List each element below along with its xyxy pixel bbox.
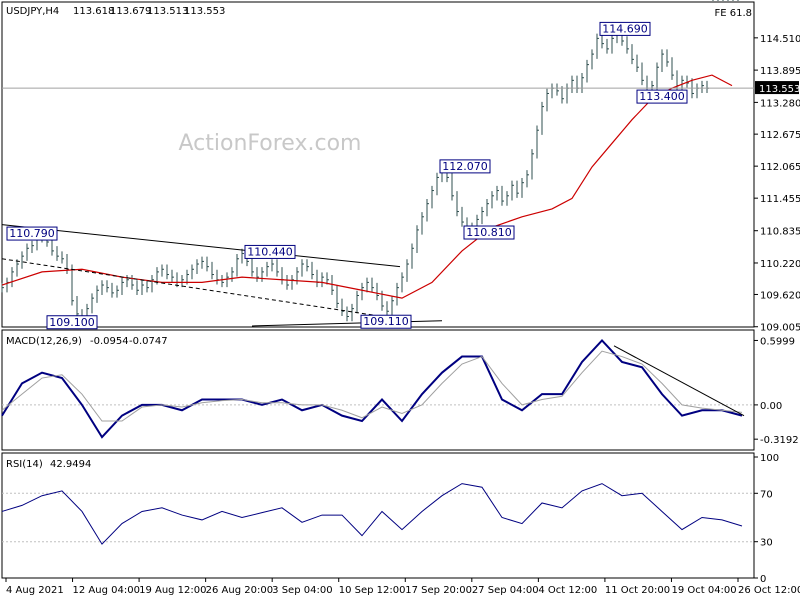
x-tick-label: 19 Oct 04:00 bbox=[671, 585, 736, 596]
price-ohlc-open: 113.618 bbox=[73, 6, 114, 17]
price-ytick-label: 113.280 bbox=[760, 98, 800, 109]
macd-ytick-label: 0.5999 bbox=[760, 336, 795, 347]
price-ohlc-high: 113.679 bbox=[110, 6, 151, 17]
macd-value-2: -0.0747 bbox=[129, 336, 168, 347]
price-ohlc-low: 113.513 bbox=[147, 6, 188, 17]
x-tick-label: 10 Sep 12:00 bbox=[339, 585, 406, 596]
rsi-value: 42.9494 bbox=[50, 459, 91, 470]
price-annotation-label: 110.440 bbox=[247, 245, 293, 258]
price-panel-frame bbox=[1, 1, 755, 328]
price-annotation-label: 114.690 bbox=[602, 22, 648, 35]
x-tick-label: 4 Oct 12:00 bbox=[538, 585, 597, 596]
price-ytick-label: 111.455 bbox=[760, 194, 800, 205]
price-ytick-label: 110.835 bbox=[760, 227, 800, 238]
macd-ytick-label: -0.3192 bbox=[760, 435, 799, 446]
price-title: USDJPY,H4 bbox=[6, 6, 59, 17]
x-tick-label: 26 Oct 12:00 bbox=[738, 585, 800, 596]
chart-svg: ActionForex.com USDJPY,H4 113.618 113.67… bbox=[1, 0, 800, 596]
last-price-label: 113.553 bbox=[759, 84, 800, 95]
rsi-ytick-label: 0 bbox=[760, 574, 766, 585]
price-ytick-label: 110.220 bbox=[760, 259, 800, 270]
rsi-ytick-label: 30 bbox=[760, 538, 773, 549]
x-tick-label: 3 Sep 04:00 bbox=[272, 585, 332, 596]
x-tick-label: 11 Oct 20:00 bbox=[605, 585, 670, 596]
price-annotation-label: 112.070 bbox=[442, 160, 488, 173]
x-tick-label: 19 Aug 12:00 bbox=[139, 585, 206, 596]
price-ytick-label: 114.510 bbox=[760, 34, 800, 45]
rsi-panel-frame bbox=[1, 452, 755, 579]
x-tick-label: 4 Aug 2021 bbox=[6, 585, 64, 596]
x-tick-label: 26 Aug 20:00 bbox=[206, 585, 273, 596]
price-ytick-label: 109.005 bbox=[760, 323, 800, 334]
x-tick-label: 12 Aug 04:00 bbox=[73, 585, 140, 596]
x-tick-label: 27 Sep 04:00 bbox=[472, 585, 539, 596]
fe-label: FE 61.8 bbox=[714, 8, 752, 19]
x-tick-label: 17 Sep 20:00 bbox=[405, 585, 472, 596]
macd-value-1: -0.0954 bbox=[90, 336, 129, 347]
macd-ytick-label: 0.00 bbox=[760, 401, 782, 412]
price-ytick-label: 112.675 bbox=[760, 130, 800, 141]
chart-root: ActionForex.com USDJPY,H4 113.618 113.67… bbox=[0, 0, 800, 600]
price-ohlc-close: 113.553 bbox=[184, 6, 225, 17]
macd-title: MACD(12,26,9) bbox=[6, 336, 82, 347]
price-annotation-label: 113.400 bbox=[639, 90, 685, 103]
price-annotation-label: 109.110 bbox=[363, 315, 409, 328]
price-annotation-label: 110.810 bbox=[466, 226, 512, 239]
price-annotation-label: 110.790 bbox=[9, 227, 55, 240]
price-ytick-label: 109.620 bbox=[760, 290, 800, 301]
macd-panel-frame bbox=[1, 329, 755, 451]
price-annotation-label: 109.100 bbox=[49, 316, 95, 329]
price-ytick-label: 113.895 bbox=[760, 66, 800, 77]
rsi-ytick-label: 100 bbox=[760, 453, 779, 464]
watermark: ActionForex.com bbox=[179, 131, 362, 156]
rsi-title: RSI(14) bbox=[6, 459, 43, 470]
rsi-ytick-label: 70 bbox=[760, 489, 773, 500]
price-ytick-label: 112.065 bbox=[760, 162, 800, 173]
